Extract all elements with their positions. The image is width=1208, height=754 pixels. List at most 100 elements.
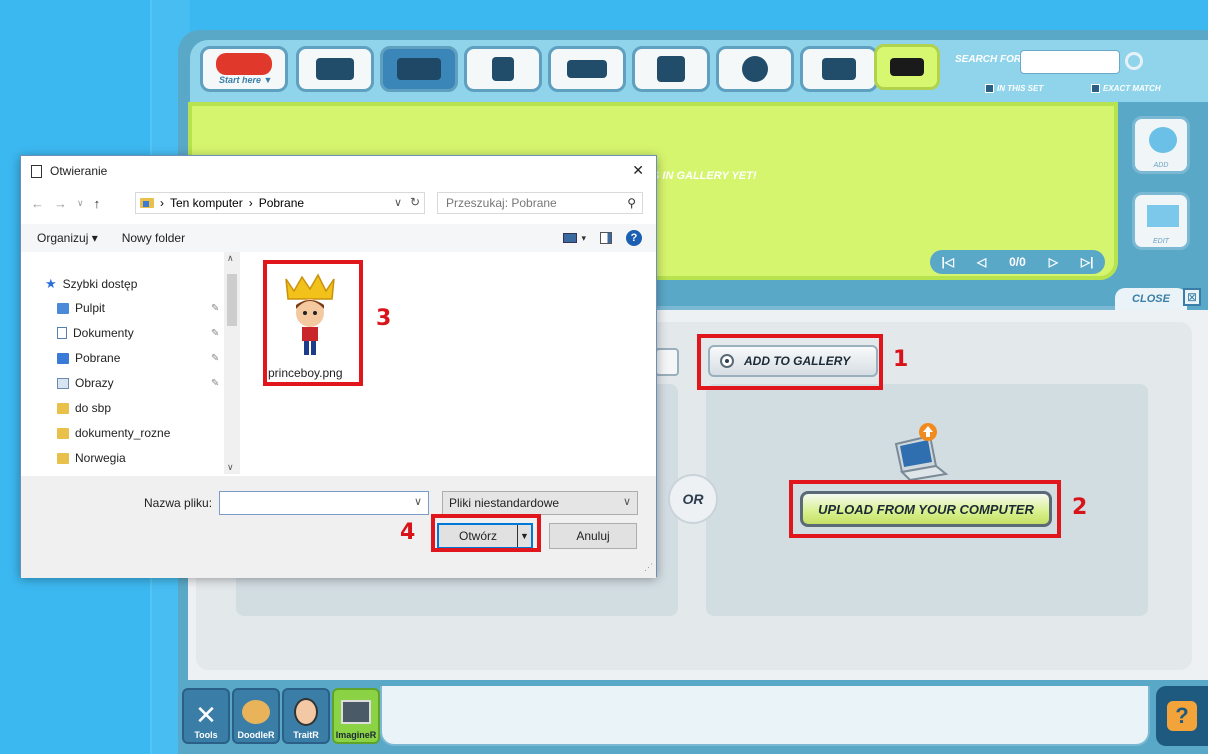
organize-menu[interactable]: Organizuj ▾ bbox=[37, 231, 98, 245]
close-button[interactable]: CLOSE bbox=[1115, 288, 1187, 310]
laptop-upload-icon bbox=[894, 423, 949, 482]
folder-icon bbox=[57, 427, 69, 439]
tree-item-do-sbp[interactable]: do sbp bbox=[57, 401, 111, 415]
pin-icon[interactable]: ✎ bbox=[211, 353, 219, 364]
sign-icon bbox=[657, 56, 685, 82]
back-arrow-icon[interactable]: ← bbox=[31, 196, 44, 211]
in-this-set-label: IN THIS SET bbox=[997, 84, 1044, 93]
tree-item-downloads[interactable]: Pobrane bbox=[57, 351, 120, 365]
file-type-dropdown-icon[interactable]: ∨ bbox=[623, 495, 631, 508]
effects-button[interactable] bbox=[716, 46, 794, 92]
edit-button[interactable]: EDIT bbox=[1132, 192, 1190, 250]
pin-icon[interactable]: ✎ bbox=[211, 328, 219, 339]
exact-match-label: EXACT MATCH bbox=[1103, 84, 1161, 93]
address-dropdown-icon[interactable]: ∨ bbox=[394, 196, 402, 209]
highlight-box-2 bbox=[789, 480, 1061, 538]
vehicles-button[interactable] bbox=[548, 46, 626, 92]
close-label: CLOSE bbox=[1132, 293, 1170, 305]
characters-button[interactable] bbox=[296, 46, 374, 92]
help-button[interactable]: ? bbox=[1156, 686, 1208, 746]
tree-item-dokumenty-rozne[interactable]: dokumenty_rozne bbox=[57, 426, 170, 440]
tools-icon: ✕ bbox=[195, 700, 217, 730]
cancel-button[interactable]: Anuluj bbox=[549, 523, 637, 549]
doodler-button[interactable]: DoodleR bbox=[232, 688, 280, 744]
tree-item-label: dokumenty_rozne bbox=[75, 426, 171, 440]
address-bar[interactable]: › Ten komputer › Pobrane ∨ ↻ bbox=[135, 192, 425, 214]
last-page-icon[interactable]: ▷| bbox=[1081, 255, 1094, 269]
tools-button[interactable]: ✕ Tools bbox=[182, 688, 230, 744]
annotation-number-4: 4 bbox=[400, 520, 416, 545]
view-options-icon[interactable] bbox=[563, 233, 578, 243]
folder-icon bbox=[57, 452, 69, 464]
path-separator-icon: › bbox=[160, 196, 164, 210]
imaginer-button[interactable]: ImagineR bbox=[332, 688, 380, 744]
path-leaf[interactable]: Pobrane bbox=[259, 196, 304, 210]
in-this-set-checkbox[interactable]: IN THIS SET bbox=[985, 84, 1043, 93]
dialog-close-icon[interactable]: ✕ bbox=[632, 162, 644, 179]
tree-item-documents[interactable]: Dokumenty bbox=[57, 326, 134, 340]
gallery-people-icon bbox=[890, 58, 924, 76]
dialog-search-input[interactable]: Przeszukaj: Pobrane ⚲ bbox=[437, 192, 643, 214]
left-option-radio[interactable] bbox=[655, 348, 679, 376]
pictures-icon bbox=[57, 377, 69, 389]
signs-button[interactable] bbox=[632, 46, 710, 92]
highlight-box-4 bbox=[431, 514, 541, 552]
vehicle-icon bbox=[567, 60, 607, 78]
new-folder-button[interactable]: Nowy folder bbox=[122, 231, 185, 245]
next-page-icon[interactable]: ▷ bbox=[1049, 255, 1058, 269]
tree-item-label: Norwegia bbox=[75, 451, 126, 465]
gallery-pager: |◁ ◁ 0/0 ▷ ▷| bbox=[930, 250, 1105, 274]
edit-label: EDIT bbox=[1153, 238, 1169, 245]
dialog-help-icon[interactable]: ? bbox=[626, 230, 642, 246]
start-here-button[interactable]: Start here ▼ bbox=[200, 46, 288, 92]
command-bar-right: ▾ ? bbox=[563, 230, 642, 246]
scroll-down-icon[interactable]: ∨ bbox=[227, 462, 234, 473]
objects-button[interactable] bbox=[464, 46, 542, 92]
pin-icon[interactable]: ✎ bbox=[211, 303, 219, 314]
tree-item-label: Pobrane bbox=[75, 351, 121, 365]
search-icon[interactable] bbox=[1125, 52, 1143, 70]
highlight-box-3 bbox=[263, 260, 363, 386]
tree-item-norwegia[interactable]: Norwegia bbox=[57, 451, 126, 465]
people-icon bbox=[316, 58, 354, 80]
filename-input[interactable]: ∨ bbox=[219, 491, 429, 515]
downloads-folder-icon bbox=[140, 198, 154, 208]
prev-page-icon[interactable]: ◁ bbox=[977, 255, 986, 269]
view-dropdown-icon[interactable]: ▾ bbox=[581, 233, 586, 244]
file-type-filter[interactable]: Pliki niestandardowe ∨ bbox=[442, 491, 638, 515]
traitr-button[interactable]: TraitR bbox=[282, 688, 330, 744]
tree-item-quick-access[interactable]: ★ Szybki dostęp bbox=[45, 276, 137, 292]
backgrounds-button[interactable] bbox=[380, 46, 458, 92]
dialog-title: Otwieranie bbox=[50, 164, 108, 178]
search-input[interactable] bbox=[1020, 50, 1120, 74]
close-x-icon[interactable]: ⊠ bbox=[1183, 288, 1201, 306]
tree-scroll-thumb[interactable] bbox=[227, 274, 237, 326]
dialog-search-icon[interactable]: ⚲ bbox=[627, 196, 636, 210]
first-page-icon[interactable]: |◁ bbox=[941, 255, 954, 269]
object-icon bbox=[492, 57, 514, 81]
path-separator-icon: › bbox=[248, 196, 253, 210]
preview-pane-icon[interactable] bbox=[600, 232, 612, 244]
add-button[interactable]: ADD bbox=[1132, 116, 1190, 174]
recent-dropdown-icon[interactable]: ∨ bbox=[77, 198, 84, 209]
tree-item-pictures[interactable]: Obrazy bbox=[57, 376, 114, 390]
filename-dropdown-icon[interactable]: ∨ bbox=[414, 495, 422, 508]
tree-item-label: Dokumenty bbox=[73, 326, 134, 340]
tools-label: Tools bbox=[194, 730, 218, 740]
forward-arrow-icon[interactable]: → bbox=[54, 196, 67, 211]
tree-item-desktop[interactable]: Pulpit bbox=[57, 301, 105, 315]
refresh-icon[interactable]: ↻ bbox=[410, 195, 420, 209]
pin-icon[interactable]: ✎ bbox=[211, 378, 219, 389]
scroll-up-icon[interactable]: ∧ bbox=[227, 253, 234, 264]
cards-button[interactable] bbox=[800, 46, 878, 92]
tree-item-label: do sbp bbox=[75, 401, 112, 415]
up-arrow-icon[interactable]: ↑ bbox=[94, 196, 101, 211]
palette-icon bbox=[242, 700, 270, 724]
gallery-tab-button[interactable] bbox=[874, 44, 940, 90]
path-root[interactable]: Ten komputer bbox=[170, 196, 243, 210]
resize-grip-icon[interactable]: ⋰ bbox=[644, 562, 653, 573]
face-icon bbox=[294, 698, 318, 726]
add-label: ADD bbox=[1153, 162, 1169, 169]
exact-match-checkbox[interactable]: EXACT MATCH bbox=[1091, 84, 1161, 93]
edit-scissors-icon bbox=[1147, 205, 1179, 227]
